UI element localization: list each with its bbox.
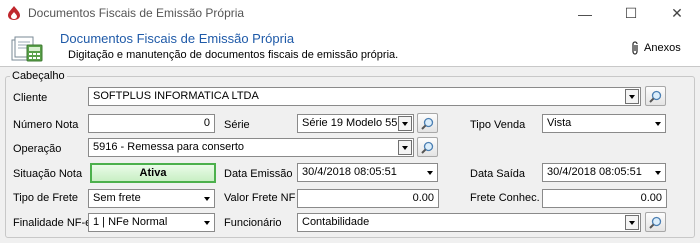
funcionario-label: Funcionário: [224, 217, 282, 229]
situacao-nota-label: Situação Nota: [13, 168, 83, 180]
frete-conhec-input[interactable]: 0.00: [542, 189, 667, 208]
chevron-down-icon[interactable]: [655, 171, 661, 175]
maximize-button[interactable]: ☐: [608, 0, 654, 27]
group-title: Cabeçalho: [10, 70, 67, 82]
operacao-label: Operação: [13, 143, 62, 155]
tipo-frete-select[interactable]: Sem frete: [88, 189, 215, 208]
close-button[interactable]: ✕: [654, 0, 700, 27]
serie-select[interactable]: Série 19 Modelo 55: [297, 114, 414, 133]
serie-label: Série: [224, 119, 250, 131]
data-emissao-picker[interactable]: 30/4/2018 08:05:51: [297, 163, 438, 182]
serie-value: Série 19 Modelo 55: [302, 117, 398, 129]
operacao-value: 5916 - Remessa para conserto: [93, 141, 245, 153]
cliente-lookup-button[interactable]: [645, 86, 666, 106]
finalidade-nfe-value: 1 | NFe Normal: [93, 216, 168, 228]
anexos-label: Anexos: [644, 42, 681, 54]
operacao-lookup-button[interactable]: [417, 137, 438, 157]
funcionario-value: Contabilidade: [302, 216, 370, 228]
tipo-venda-select[interactable]: Vista: [542, 114, 666, 133]
data-saida-label: Data Saída: [470, 168, 526, 180]
anexos-button[interactable]: Anexos: [630, 40, 681, 56]
serie-lookup-button[interactable]: [417, 113, 438, 133]
cliente-label: Cliente: [13, 92, 48, 104]
cliente-select[interactable]: SOFTPLUS INFORMATICA LTDA: [88, 87, 641, 106]
window-title: Documentos Fiscais de Emissão Própria: [28, 6, 245, 20]
numero-nota-input[interactable]: 0: [88, 114, 215, 133]
numero-nota-label: Número Nota: [13, 119, 79, 131]
magnifier-icon: [421, 141, 434, 154]
chevron-down-icon[interactable]: [398, 116, 412, 131]
magnifier-icon: [649, 90, 662, 103]
paperclip-icon: [632, 41, 638, 55]
finalidade-nfe-select[interactable]: 1 | NFe Normal: [88, 213, 215, 232]
data-emissao-value: 30/4/2018 08:05:51: [302, 166, 397, 178]
tipo-frete-label: Tipo de Frete: [13, 192, 79, 204]
chevron-down-icon[interactable]: [204, 221, 210, 225]
frete-conhec-label: Frete Conhec.: [470, 192, 540, 204]
valor-frete-nf-label: Valor Frete NF: [224, 192, 296, 204]
finalidade-nfe-label: Finalidade NF-e: [13, 217, 92, 229]
data-saida-value: 30/4/2018 08:05:51: [547, 166, 642, 178]
magnifier-icon: [421, 117, 434, 130]
tipo-venda-label: Tipo Venda: [470, 119, 526, 131]
header-title: Documentos Fiscais de Emissão Própria: [60, 31, 295, 46]
chevron-down-icon[interactable]: [427, 171, 433, 175]
chevron-down-icon[interactable]: [625, 89, 639, 104]
operacao-select[interactable]: 5916 - Remessa para conserto: [88, 138, 414, 157]
funcionario-lookup-button[interactable]: [645, 212, 666, 232]
cliente-value: SOFTPLUS INFORMATICA LTDA: [93, 90, 259, 102]
chevron-down-icon[interactable]: [204, 197, 210, 201]
data-emissao-label: Data Emissão: [224, 168, 293, 180]
tipo-frete-value: Sem frete: [93, 192, 141, 204]
minimize-button[interactable]: —: [562, 0, 608, 27]
documents-calculator-icon: [11, 36, 43, 62]
header-subtitle: Digitação e manutenção de documentos fis…: [68, 49, 399, 61]
magnifier-icon: [649, 216, 662, 229]
app-icon: [8, 6, 20, 20]
valor-frete-nf-input[interactable]: 0.00: [297, 189, 439, 208]
chevron-down-icon[interactable]: [655, 122, 661, 126]
situacao-status-button[interactable]: Ativa: [90, 163, 216, 183]
chevron-down-icon[interactable]: [625, 215, 639, 230]
data-saida-picker[interactable]: 30/4/2018 08:05:51: [542, 163, 666, 182]
tipo-venda-value: Vista: [547, 117, 572, 129]
chevron-down-icon[interactable]: [398, 140, 412, 155]
funcionario-select[interactable]: Contabilidade: [297, 213, 641, 232]
